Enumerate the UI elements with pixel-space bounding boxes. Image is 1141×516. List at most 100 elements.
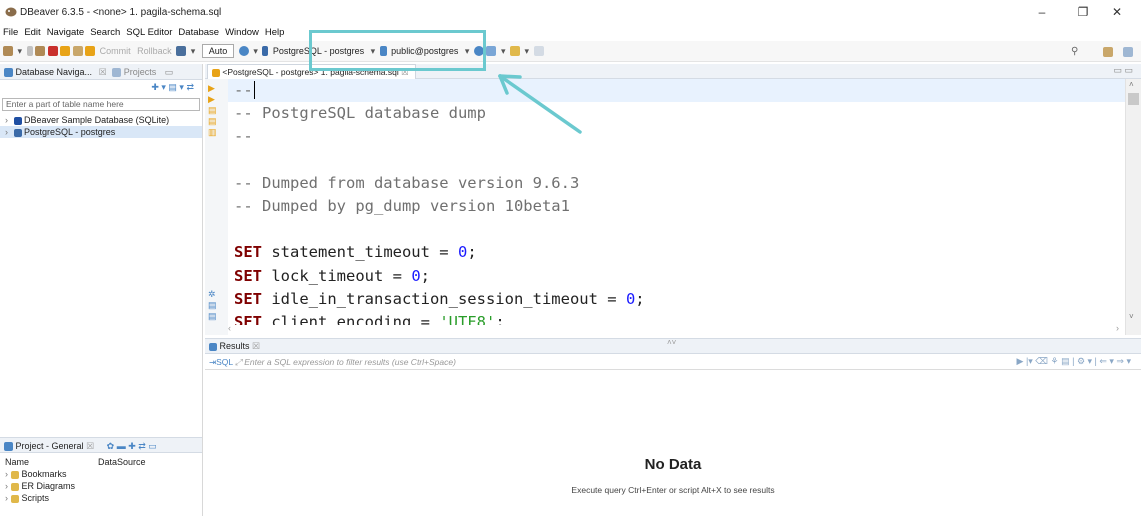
editor-horizontal-scrollbar[interactable]: ‹ › bbox=[228, 323, 1125, 335]
sql-filter-label[interactable]: ⇥SQL bbox=[209, 357, 233, 368]
menu-window[interactable]: Window bbox=[222, 25, 262, 40]
database-navigator-icon bbox=[4, 68, 13, 78]
results-panel: No Data Execute query Ctrl+Enter or scri… bbox=[205, 370, 1141, 516]
code-line: SET idle_in_transaction_session_timeout … bbox=[234, 289, 645, 308]
tools-icon[interactable] bbox=[509, 46, 520, 56]
expand-icon[interactable]: › bbox=[5, 127, 8, 137]
menu-sql-editor[interactable]: SQL Editor bbox=[123, 25, 175, 40]
open-script-icon[interactable] bbox=[72, 46, 83, 56]
folder-icon bbox=[11, 494, 19, 503]
code-line: SET lock_timeout = 0; bbox=[234, 266, 430, 285]
results-tab-bar: Results ☒ ˄˅ bbox=[205, 338, 1141, 354]
search-icon[interactable]: ⚲ bbox=[1071, 46, 1078, 57]
annotation-arrow-icon bbox=[498, 74, 582, 134]
sql-file-icon bbox=[212, 68, 220, 77]
project-columns: Name DataSource bbox=[0, 456, 202, 468]
menu-search[interactable]: Search bbox=[87, 25, 123, 40]
tree-item-scripts[interactable]: › Scripts bbox=[0, 492, 202, 504]
project-icon bbox=[4, 442, 13, 452]
maximize-button[interactable]: ❐ bbox=[1072, 4, 1094, 20]
connect-icon[interactable] bbox=[35, 46, 46, 56]
tab-project-general[interactable]: Project - General bbox=[16, 441, 84, 451]
database-navigator-panel: Database Naviga... ☒ Projects ▭ ✚ ▾ ▤ ▾ … bbox=[0, 64, 203, 437]
tree-item-sqlite[interactable]: › DBeaver Sample Database (SQLite) bbox=[0, 114, 202, 126]
tree-item-label: ER Diagrams bbox=[21, 481, 76, 491]
results-tab-label: Results bbox=[219, 341, 250, 351]
code-line: -- Dumped by pg_dump version 10beta1 bbox=[234, 197, 570, 216]
editor-side-toolbar: ▶ ▶ ▤ ▤ ▥ ✲ ▤ ▤ bbox=[205, 79, 228, 335]
results-filter-input[interactable]: ⤢ Enter a SQL expression to filter resul… bbox=[235, 357, 456, 368]
rollback-button[interactable]: Rollback bbox=[137, 43, 172, 59]
no-data-title: No Data bbox=[644, 456, 702, 473]
filter-toolbar-icons[interactable]: ▶ |▾ ⌫ ⚘ ▤ | ⚙ ▾ | ⇐ ▾ ⇒ ▾ bbox=[1017, 356, 1131, 367]
perspective-other-icon[interactable] bbox=[1123, 47, 1133, 57]
projects-icon bbox=[112, 68, 122, 78]
new-connection-icon[interactable] bbox=[3, 46, 13, 56]
folder-icon bbox=[11, 482, 19, 491]
tree-item-er-diagrams[interactable]: › ER Diagrams bbox=[0, 480, 202, 492]
expand-icon[interactable]: › bbox=[5, 115, 8, 125]
editor-minimize-icon[interactable]: ▭ ▭ bbox=[1113, 65, 1133, 76]
code-line: -- bbox=[234, 127, 253, 146]
window-title: DBeaver 6.3.5 - <none> 1. pagila-schema.… bbox=[20, 7, 222, 18]
editor-vertical-scrollbar[interactable]: ˄ ˅ bbox=[1125, 79, 1141, 335]
col-name: Name bbox=[5, 457, 30, 467]
minimize-view-icon[interactable]: ▭ bbox=[165, 67, 174, 77]
menu-bar: File Edit Navigate Search SQL Editor Database… bbox=[0, 25, 1141, 41]
project-toolbar-icons[interactable]: ✿ ▬ ✚ ⇄ ▭ bbox=[107, 441, 157, 451]
tab-database-navigator[interactable]: Database Naviga... bbox=[16, 67, 93, 77]
tree-item-bookmarks[interactable]: › Bookmarks bbox=[0, 468, 202, 480]
results-filter-bar: ⇥SQL ⤢ Enter a SQL expression to filter … bbox=[205, 355, 1141, 370]
bookmarks-icon bbox=[11, 470, 19, 479]
tree-item-label: DBeaver Sample Database (SQLite) bbox=[24, 115, 170, 125]
panel-icons[interactable]: ✲ ▤ ▤ bbox=[208, 289, 217, 322]
code-line: -- PostgreSQL database dump bbox=[234, 104, 486, 123]
commit-button[interactable]: Commit bbox=[100, 43, 131, 59]
close-button[interactable]: ✕ bbox=[1106, 4, 1128, 20]
history-icon[interactable] bbox=[533, 46, 544, 56]
new-script-icon[interactable] bbox=[85, 46, 96, 56]
format-icon[interactable] bbox=[486, 46, 497, 56]
link-editor-icon[interactable]: ⇄ bbox=[186, 82, 194, 92]
expand-icon: ⤢ bbox=[235, 357, 242, 367]
navigator-new-icon[interactable]: ✚ ▾ bbox=[151, 82, 166, 92]
tab-results[interactable]: Results ☒ bbox=[209, 341, 260, 352]
project-panel: Project - General ☒ ✿ ▬ ✚ ⇄ ▭ Name DataS… bbox=[0, 437, 203, 516]
tree-item-postgres[interactable]: › PostgreSQL - postgres bbox=[0, 126, 202, 138]
transaction-mode-icon[interactable] bbox=[176, 46, 187, 56]
filter-placeholder: Enter a SQL expression to filter results… bbox=[244, 357, 456, 367]
main-toolbar: ▾ Commit Rollback ▾ Auto ▾ PostgreSQL - … bbox=[0, 41, 1141, 62]
navigator-filter-input[interactable]: Enter a part of table name here bbox=[2, 98, 200, 111]
tab-projects[interactable]: Projects bbox=[124, 67, 157, 77]
menu-database[interactable]: Database bbox=[175, 25, 222, 40]
code-line: -- Dumped from database version 9.6.3 bbox=[234, 173, 580, 192]
sql-editor[interactable]: -- -- PostgreSQL database dump -- -- Dum… bbox=[228, 79, 1125, 333]
navigator-toolbar: ✚ ▾ ▤ ▾ ⇄ bbox=[0, 80, 202, 95]
project-tab-bar: Project - General ☒ ✿ ▬ ✚ ⇄ ▭ bbox=[0, 437, 202, 453]
perspective-dbeaver-icon[interactable] bbox=[1103, 47, 1113, 57]
sqlite-icon bbox=[13, 116, 22, 125]
auto-commit-button[interactable]: Auto bbox=[201, 44, 235, 58]
connection-highlight-box bbox=[309, 30, 486, 71]
menu-help[interactable]: Help bbox=[262, 25, 288, 40]
title-bar: DBeaver 6.3.5 - <none> 1. pagila-schema.… bbox=[0, 0, 1141, 25]
dbeaver-logo-icon bbox=[5, 7, 17, 17]
tree-item-label: Bookmarks bbox=[21, 469, 67, 479]
splitter-handle[interactable]: ˄˅ bbox=[667, 338, 676, 347]
separator-icon bbox=[26, 46, 33, 56]
tree-item-label: PostgreSQL - postgres bbox=[24, 127, 116, 137]
scroll-thumb[interactable] bbox=[1128, 93, 1139, 105]
col-datasource: DataSource bbox=[98, 457, 146, 467]
sql-editor-icon[interactable] bbox=[60, 46, 71, 56]
menu-file[interactable]: File bbox=[0, 25, 21, 40]
execute-icons[interactable]: ▶ ▶ ▤ ▤ ▥ bbox=[208, 83, 217, 138]
refresh-icon[interactable] bbox=[238, 46, 249, 56]
menu-edit[interactable]: Edit bbox=[21, 25, 43, 40]
disconnect-icon[interactable] bbox=[47, 46, 58, 56]
tree-item-label: Scripts bbox=[21, 493, 50, 503]
minimize-button[interactable]: – bbox=[1031, 4, 1053, 20]
navigator-tab-bar: Database Naviga... ☒ Projects ▭ bbox=[0, 64, 202, 80]
menu-navigate[interactable]: Navigate bbox=[44, 25, 88, 40]
results-icon bbox=[209, 342, 217, 351]
collapse-all-icon[interactable]: ▤ ▾ bbox=[168, 82, 184, 92]
